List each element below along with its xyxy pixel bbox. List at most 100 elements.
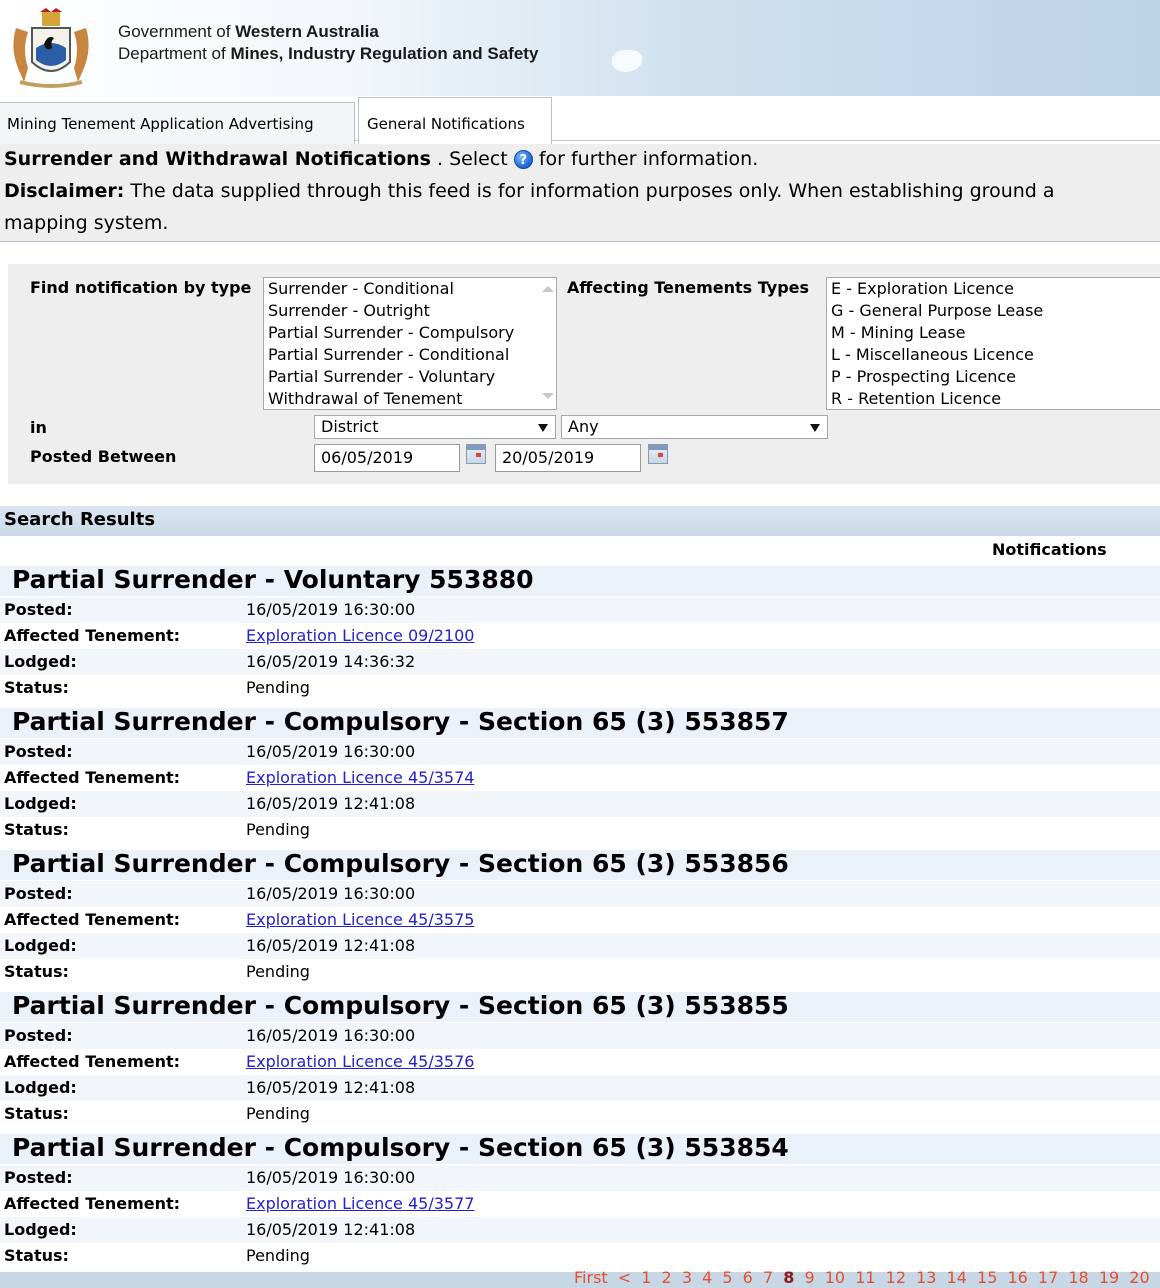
department-title: Department of Mines, Industry Regulation…: [118, 44, 538, 64]
pager-page-link[interactable]: 6: [743, 1268, 753, 1287]
table-row: [0, 597, 1160, 623]
gov-name: Western Australia: [235, 22, 379, 41]
table-row: [0, 1075, 1160, 1101]
notifications-column-header[interactable]: Notifications: [992, 540, 1107, 559]
table-row: [0, 1165, 1160, 1191]
date-to-input[interactable]: 20/05/2019: [495, 444, 641, 472]
pager-page-link[interactable]: 12: [886, 1268, 906, 1287]
dept-prefix: Department of: [118, 44, 226, 63]
affected-label: Affected Tenement:: [4, 768, 181, 787]
notification-type-listbox[interactable]: Surrender - Conditional Surrender - Outr…: [263, 277, 557, 410]
table-row: [0, 675, 1160, 701]
tab-general-notifications[interactable]: General Notifications: [358, 97, 552, 144]
scroll-down-icon[interactable]: [542, 393, 554, 399]
district-select-value: District: [321, 417, 379, 436]
tenement-link[interactable]: Exploration Licence 45/3576: [246, 1052, 474, 1071]
pager-page-link[interactable]: 4: [702, 1268, 712, 1287]
tenement-link[interactable]: Exploration Licence 45/3574: [246, 768, 474, 787]
pager-page-link[interactable]: 10: [825, 1268, 845, 1287]
posted-between-label: Posted Between: [30, 447, 177, 466]
listbox-option[interactable]: Surrender - Outright: [264, 300, 556, 322]
calendar-icon[interactable]: [466, 444, 486, 464]
listbox-option[interactable]: Surrender - Conditional: [264, 278, 556, 300]
table-row: [0, 881, 1160, 907]
status-label: Status:: [4, 962, 69, 981]
region-select[interactable]: Any: [561, 415, 828, 439]
calendar-icon[interactable]: [648, 444, 668, 464]
posted-label: Posted:: [4, 742, 73, 761]
lodged-value: 16/05/2019 12:41:08: [246, 936, 416, 955]
pager-page-link[interactable]: 14: [947, 1268, 967, 1287]
listbox-option[interactable]: Withdrawal of Tenement: [264, 388, 556, 409]
page-title: Surrender and Withdrawal Notifications: [4, 148, 431, 170]
posted-label: Posted:: [4, 884, 73, 903]
tab-mining-tenement-application-advertising[interactable]: Mining Tenement Application Advertising: [0, 102, 355, 144]
affected-label: Affected Tenement:: [4, 1052, 181, 1071]
pager-prev-link[interactable]: <: [618, 1268, 631, 1287]
listbox-option[interactable]: P - Prospecting Licence: [827, 366, 1160, 388]
tenement-link[interactable]: Exploration Licence 45/3577: [246, 1194, 474, 1213]
record-title: Partial Surrender - Voluntary 553880: [12, 565, 534, 594]
listbox-option[interactable]: M - Mining Lease: [827, 322, 1160, 344]
lodged-label: Lodged:: [4, 1220, 77, 1239]
select-prefix: . Select: [437, 148, 508, 170]
listbox-option[interactable]: Partial Surrender - Conditional: [264, 344, 556, 366]
listbox-option[interactable]: L - Miscellaneous Licence: [827, 344, 1160, 366]
tenement-types-listbox[interactable]: E - Exploration Licence G - General Purp…: [826, 277, 1160, 410]
pager-first-link[interactable]: First: [574, 1268, 608, 1287]
pager-page-link[interactable]: 2: [662, 1268, 672, 1287]
posted-label: Posted:: [4, 1168, 73, 1187]
chevron-down-icon: [538, 424, 548, 432]
pager-page-link[interactable]: 20: [1129, 1268, 1149, 1287]
status-value: Pending: [246, 820, 310, 839]
table-row: [0, 739, 1160, 765]
pager-page-link[interactable]: 9: [804, 1268, 814, 1287]
pager-page-link[interactable]: 19: [1099, 1268, 1119, 1287]
listbox-option[interactable]: Partial Surrender - Compulsory: [264, 322, 556, 344]
pager-page-link[interactable]: 11: [855, 1268, 875, 1287]
affected-label: Affected Tenement:: [4, 626, 181, 645]
results-title: Search Results: [4, 509, 156, 530]
wa-coat-of-arms-icon[interactable]: [6, 8, 96, 90]
pager-page-link[interactable]: 5: [722, 1268, 732, 1287]
tenement-link[interactable]: Exploration Licence 09/2100: [246, 626, 474, 645]
status-label: Status:: [4, 1246, 69, 1265]
posted-label: Posted:: [4, 600, 73, 619]
pager-page-link[interactable]: 7: [763, 1268, 773, 1287]
table-row: [0, 649, 1160, 675]
pager-page-link[interactable]: 18: [1068, 1268, 1088, 1287]
pager-page-link[interactable]: 13: [916, 1268, 936, 1287]
help-icon[interactable]: ?: [513, 150, 533, 169]
listbox-option[interactable]: R - Retention Licence: [827, 388, 1160, 409]
record-title: Partial Surrender - Compulsory - Section…: [12, 707, 789, 736]
listbox-option[interactable]: E - Exploration Licence: [827, 278, 1160, 300]
listbox-scrollbar[interactable]: [538, 278, 556, 409]
status-value: Pending: [246, 1246, 310, 1265]
lodged-value: 16/05/2019 12:41:08: [246, 1078, 416, 1097]
region-select-value: Any: [568, 417, 599, 436]
pager-page-link[interactable]: 15: [977, 1268, 997, 1287]
pager-page-link[interactable]: 1: [641, 1268, 651, 1287]
scroll-up-icon[interactable]: [542, 286, 554, 292]
district-select[interactable]: District: [314, 415, 556, 439]
pager-page-link[interactable]: 16: [1007, 1268, 1027, 1287]
posted-value: 16/05/2019 16:30:00: [246, 1026, 416, 1045]
tenement-types-label: Affecting Tenements Types: [567, 278, 810, 297]
disclaimer-text: The data supplied through this feed is f…: [130, 180, 1055, 202]
affected-label: Affected Tenement:: [4, 1194, 181, 1213]
info-heading: Surrender and Withdrawal Notifications .…: [4, 148, 758, 170]
tenement-link[interactable]: Exploration Licence 45/3575: [246, 910, 474, 929]
pager-page-link[interactable]: 17: [1038, 1268, 1058, 1287]
table-row: [0, 933, 1160, 959]
date-from-input[interactable]: 06/05/2019: [314, 444, 460, 472]
pager-current-page: 8: [783, 1268, 795, 1287]
listbox-option[interactable]: G - General Purpose Lease: [827, 300, 1160, 322]
pager-page-link[interactable]: 3: [682, 1268, 692, 1287]
posted-value: 16/05/2019 16:30:00: [246, 884, 416, 903]
posted-label: Posted:: [4, 1026, 73, 1045]
listbox-option[interactable]: Partial Surrender - Voluntary: [264, 366, 556, 388]
table-row: [0, 791, 1160, 817]
record-title: Partial Surrender - Compulsory - Section…: [12, 1133, 789, 1162]
table-row: [0, 1023, 1160, 1049]
disclaimer-label: Disclaimer:: [4, 180, 125, 202]
